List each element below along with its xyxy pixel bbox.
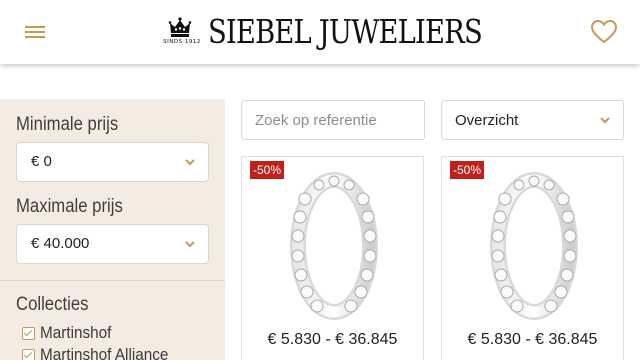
brand-logo[interactable]: SINDS 1912 SIEBEL JUWELIERS [158, 12, 488, 53]
view-select[interactable]: Overzicht [441, 100, 624, 140]
brand-tagline: SINDS 1912 [163, 39, 201, 45]
max-price-select[interactable]: € 40.000 [16, 224, 209, 264]
chevron-down-icon [185, 159, 195, 166]
chevron-down-icon [185, 241, 195, 248]
collection-checkbox-martinshof-alliance[interactable]: Martinshof Alliance [22, 345, 183, 360]
menu-button[interactable] [25, 25, 47, 41]
product-price: € 5.830 - € 36.845 [467, 331, 598, 348]
crown-icon [168, 17, 192, 37]
collection-label: Martinshof Alliance [40, 345, 169, 360]
hamburger-icon-line [25, 36, 45, 38]
max-price-value: € 40.000 [31, 235, 90, 252]
heart-icon[interactable] [590, 19, 618, 45]
sale-badge: -50% [450, 161, 485, 179]
collection-label: Martinshof [40, 323, 112, 342]
ring-image [290, 172, 378, 320]
min-price-select[interactable]: € 0 [16, 142, 209, 182]
checkbox-checked-icon[interactable] [22, 326, 35, 340]
site-header: SINDS 1912 SIEBEL JUWELIERS [0, 0, 640, 64]
max-price-label: Maximale prijs [16, 196, 123, 217]
product-price: € 5.830 - € 36.845 [267, 331, 398, 348]
ring-image [490, 172, 578, 320]
brand-name: SIEBEL JUWELIERS [208, 12, 483, 51]
view-select-value: Overzicht [455, 112, 519, 129]
chevron-down-icon [600, 117, 610, 124]
sidebar-divider [0, 280, 225, 281]
filter-sidebar: Minimale prijs € 0 Maximale prijs € 40.0… [0, 99, 225, 360]
checkbox-checked-icon[interactable] [22, 348, 35, 360]
hamburger-icon [25, 26, 45, 28]
collections-label: Collecties [16, 294, 89, 315]
min-price-value: € 0 [31, 153, 52, 170]
reference-search-input[interactable] [241, 100, 425, 140]
min-price-label: Minimale prijs [16, 114, 119, 135]
product-card[interactable]: -50% € 5.830 - € 36.845 [241, 156, 424, 360]
sale-badge: -50% [250, 161, 285, 179]
hamburger-icon-line [25, 31, 45, 33]
collection-checkbox-martinshof[interactable]: Martinshof [22, 323, 119, 343]
product-card[interactable]: -50% € 5.830 - € 36.845 [441, 156, 624, 360]
